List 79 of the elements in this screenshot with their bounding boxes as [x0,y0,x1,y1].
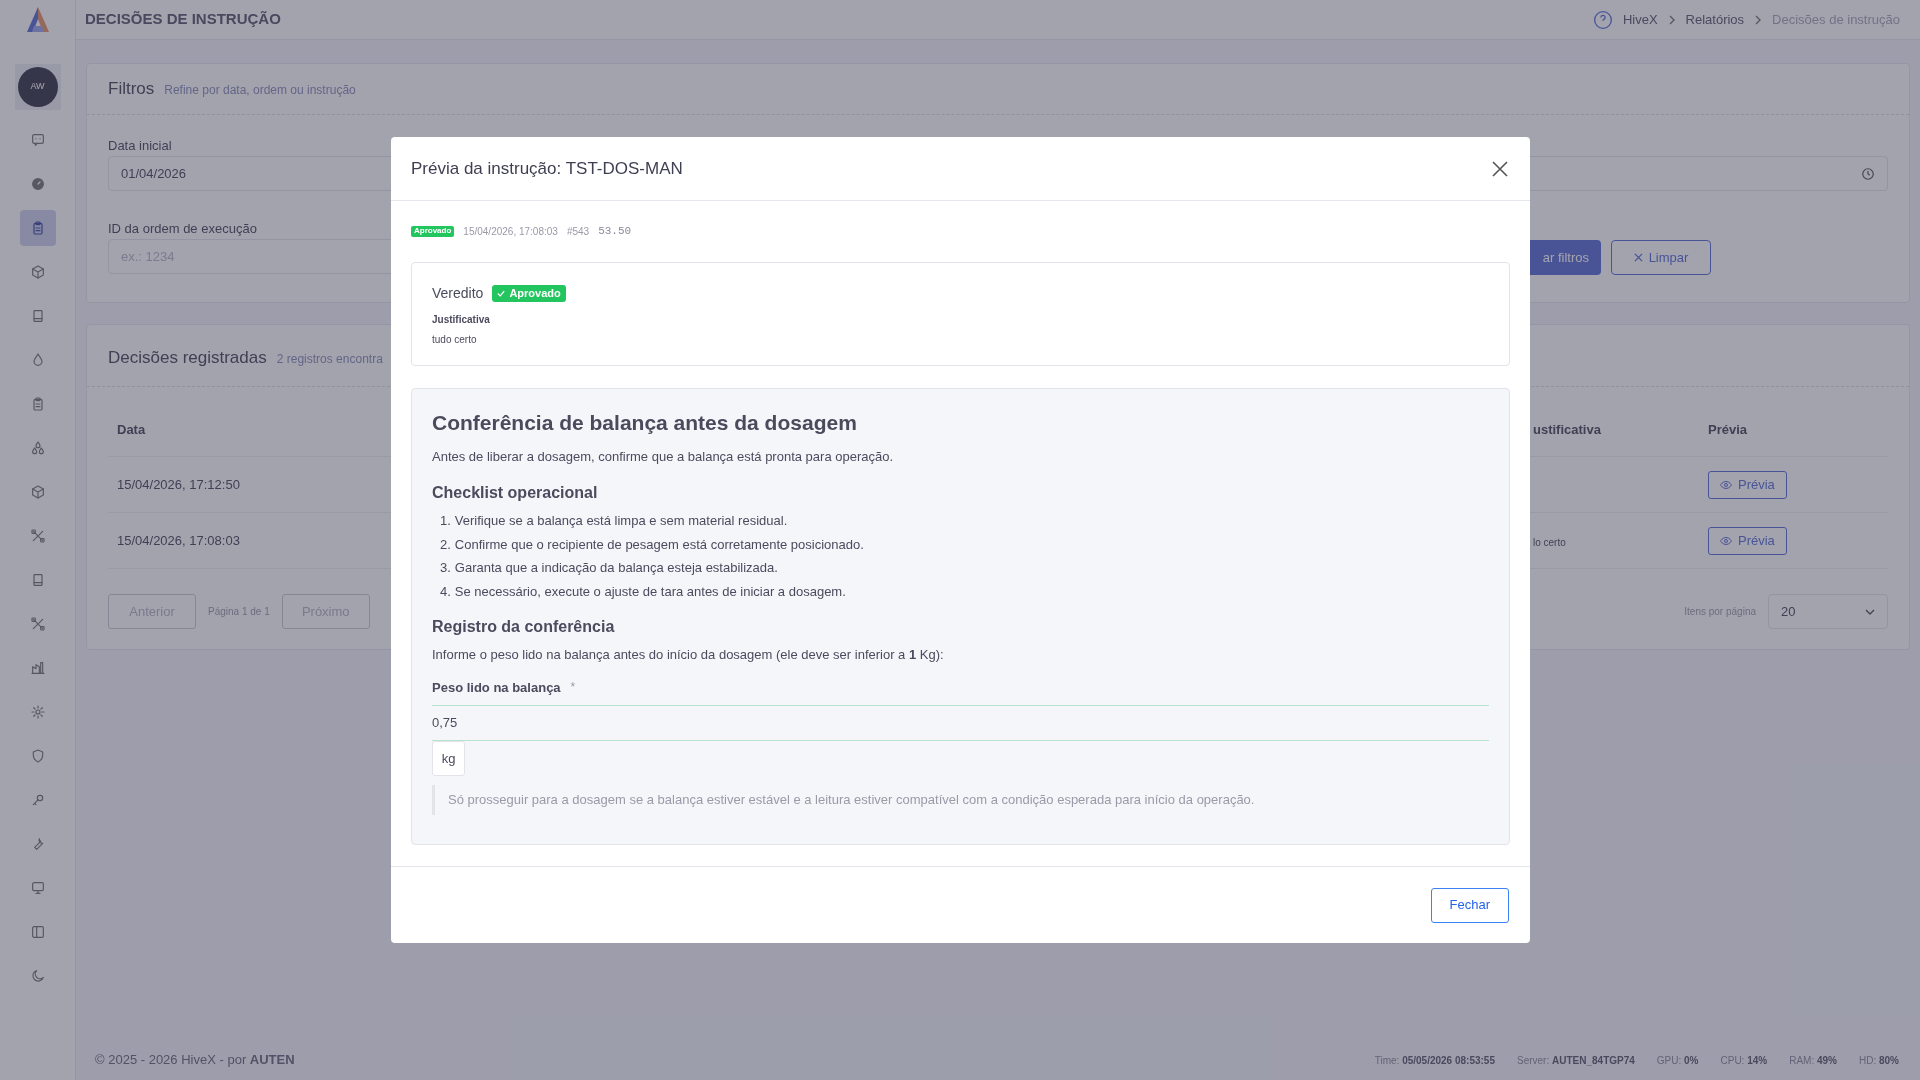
moon-icon [29,968,46,984]
checklist-item: Confirme que o recipiente de pesagem está corretamente posicionado. [454,535,864,554]
required-mark: * [570,679,576,697]
section-title: Filtros [108,77,155,100]
copyright-text: © 2025 - 2026 HiveX - por AUTEN [95,1051,295,1070]
column-header: Data [117,420,146,439]
record-instructions: Informe o peso lido na balança antes do início da dosagem (ele deve ser inferior a 1 Kg): [432,646,945,664]
value-text: 53.50 [598,223,632,239]
justification-label: Justificativa [432,313,491,327]
instruction-title: Conferência de balança antes da dosagem [432,410,858,436]
record-title: Registro da conferência [432,617,616,637]
table-cell-text: 15/04/2026, 17:12:50 [117,475,240,494]
monitor-icon [29,880,46,896]
gauge-icon [29,176,46,192]
checklist-item: Verifique se a balança está limpa e sem material residual. [454,512,788,530]
factory-icon [29,660,46,676]
breadcrumb-link[interactable]: HiveX [1622,9,1658,30]
status-stat: HD: 80% [1859,1053,1899,1068]
table-cell: lo certo [1533,536,1566,548]
drops-icon [29,440,46,456]
intro-text: Antes de liberar a dosagem, confirme que a balança está pronta para operação. [432,447,895,466]
chevron-down-icon [1865,608,1875,615]
list-number: 3. [440,559,451,577]
chevron-icon [1754,14,1763,25]
tools-icon [29,528,46,544]
eye-icon [1720,479,1732,490]
section-subtitle: Refine por data, ordem ou instrução [164,82,356,99]
sidebar-item[interactable] [19,210,56,246]
close-icon [1492,160,1508,177]
field-label: Data inicial [108,137,172,155]
status-badge: Aprovado [411,225,455,237]
clear-button[interactable]: Limpar [1611,240,1711,275]
help-icon[interactable] [1592,9,1613,30]
section-title: Decisões registradas [108,346,267,369]
approved-badge: Aprovado [492,285,566,302]
table-cell-text: 15/04/2026, 17:08:03 [117,531,240,550]
unit-label: kg [432,741,465,776]
close-icon [1633,253,1643,262]
check-icon [497,290,506,297]
preview-button[interactable]: Prévia [1708,470,1787,499]
breadcrumb-link[interactable]: Relatórios [1685,9,1745,30]
per-page-select[interactable]: 20 [1768,594,1888,629]
status-stat: Time: 05/05/2026 08:53:55 [1374,1053,1495,1068]
checklist-item: Garanta que a indicação da balança esteja estabilizada. [454,559,778,577]
status-stat: RAM: 49% [1789,1053,1837,1068]
cube-icon [29,264,46,280]
column-header: ustificativa [1533,420,1601,439]
list-number: 4. [440,582,451,601]
weight-input[interactable]: 0,75 [432,705,1489,741]
eye-icon [1720,535,1732,546]
clock-icon [1861,166,1875,181]
field-label: ID da ordem de execução [108,220,257,238]
chevron-icon [1667,14,1676,25]
logo-icon [24,6,51,34]
close-button[interactable]: Fechar [1430,887,1509,923]
checklist-item: Se necessário, execute o ajuste de tara antes de iniciar a dosagem. [454,582,846,601]
close-button[interactable] [1490,158,1510,179]
list-number: 1. [440,512,451,530]
cube-icon [29,484,46,500]
chat-icon [29,132,46,148]
column-header: Prévia [1708,420,1748,439]
section-subtitle: 2 registros encontra [276,351,383,368]
note-text: Só prosseguir para a dosagem se a balança estiver estável e a leitura estiver compatível com a condição esperada para início da operação. [448,791,1255,810]
order-number: #543 [566,224,590,239]
user-avatar[interactable]: AW [17,67,58,107]
date-text: 15/04/2026, 17:08:03 [463,224,558,239]
status-stat: GPU: 0% [1656,1053,1699,1068]
sidebar-panel-icon [29,924,46,940]
justification-text: tudo certo [432,333,478,347]
verdict-label: Veredito [432,284,484,303]
status-stat: Server: AUTEN_84TGP74 [1517,1053,1635,1068]
tools-icon [29,616,46,632]
checklist-title: Checklist operacional [432,483,599,503]
dialog-title: Prévia da instrução: TST-DOS-MAN [411,157,683,180]
list-number: 2. [440,535,451,554]
field-label: Peso lido na balança [432,678,561,697]
page-title: DECISÕES DE INSTRUÇÃO [85,9,281,30]
status-stat: CPU: 14% [1720,1053,1768,1068]
preview-button[interactable]: Prévia [1708,526,1787,555]
